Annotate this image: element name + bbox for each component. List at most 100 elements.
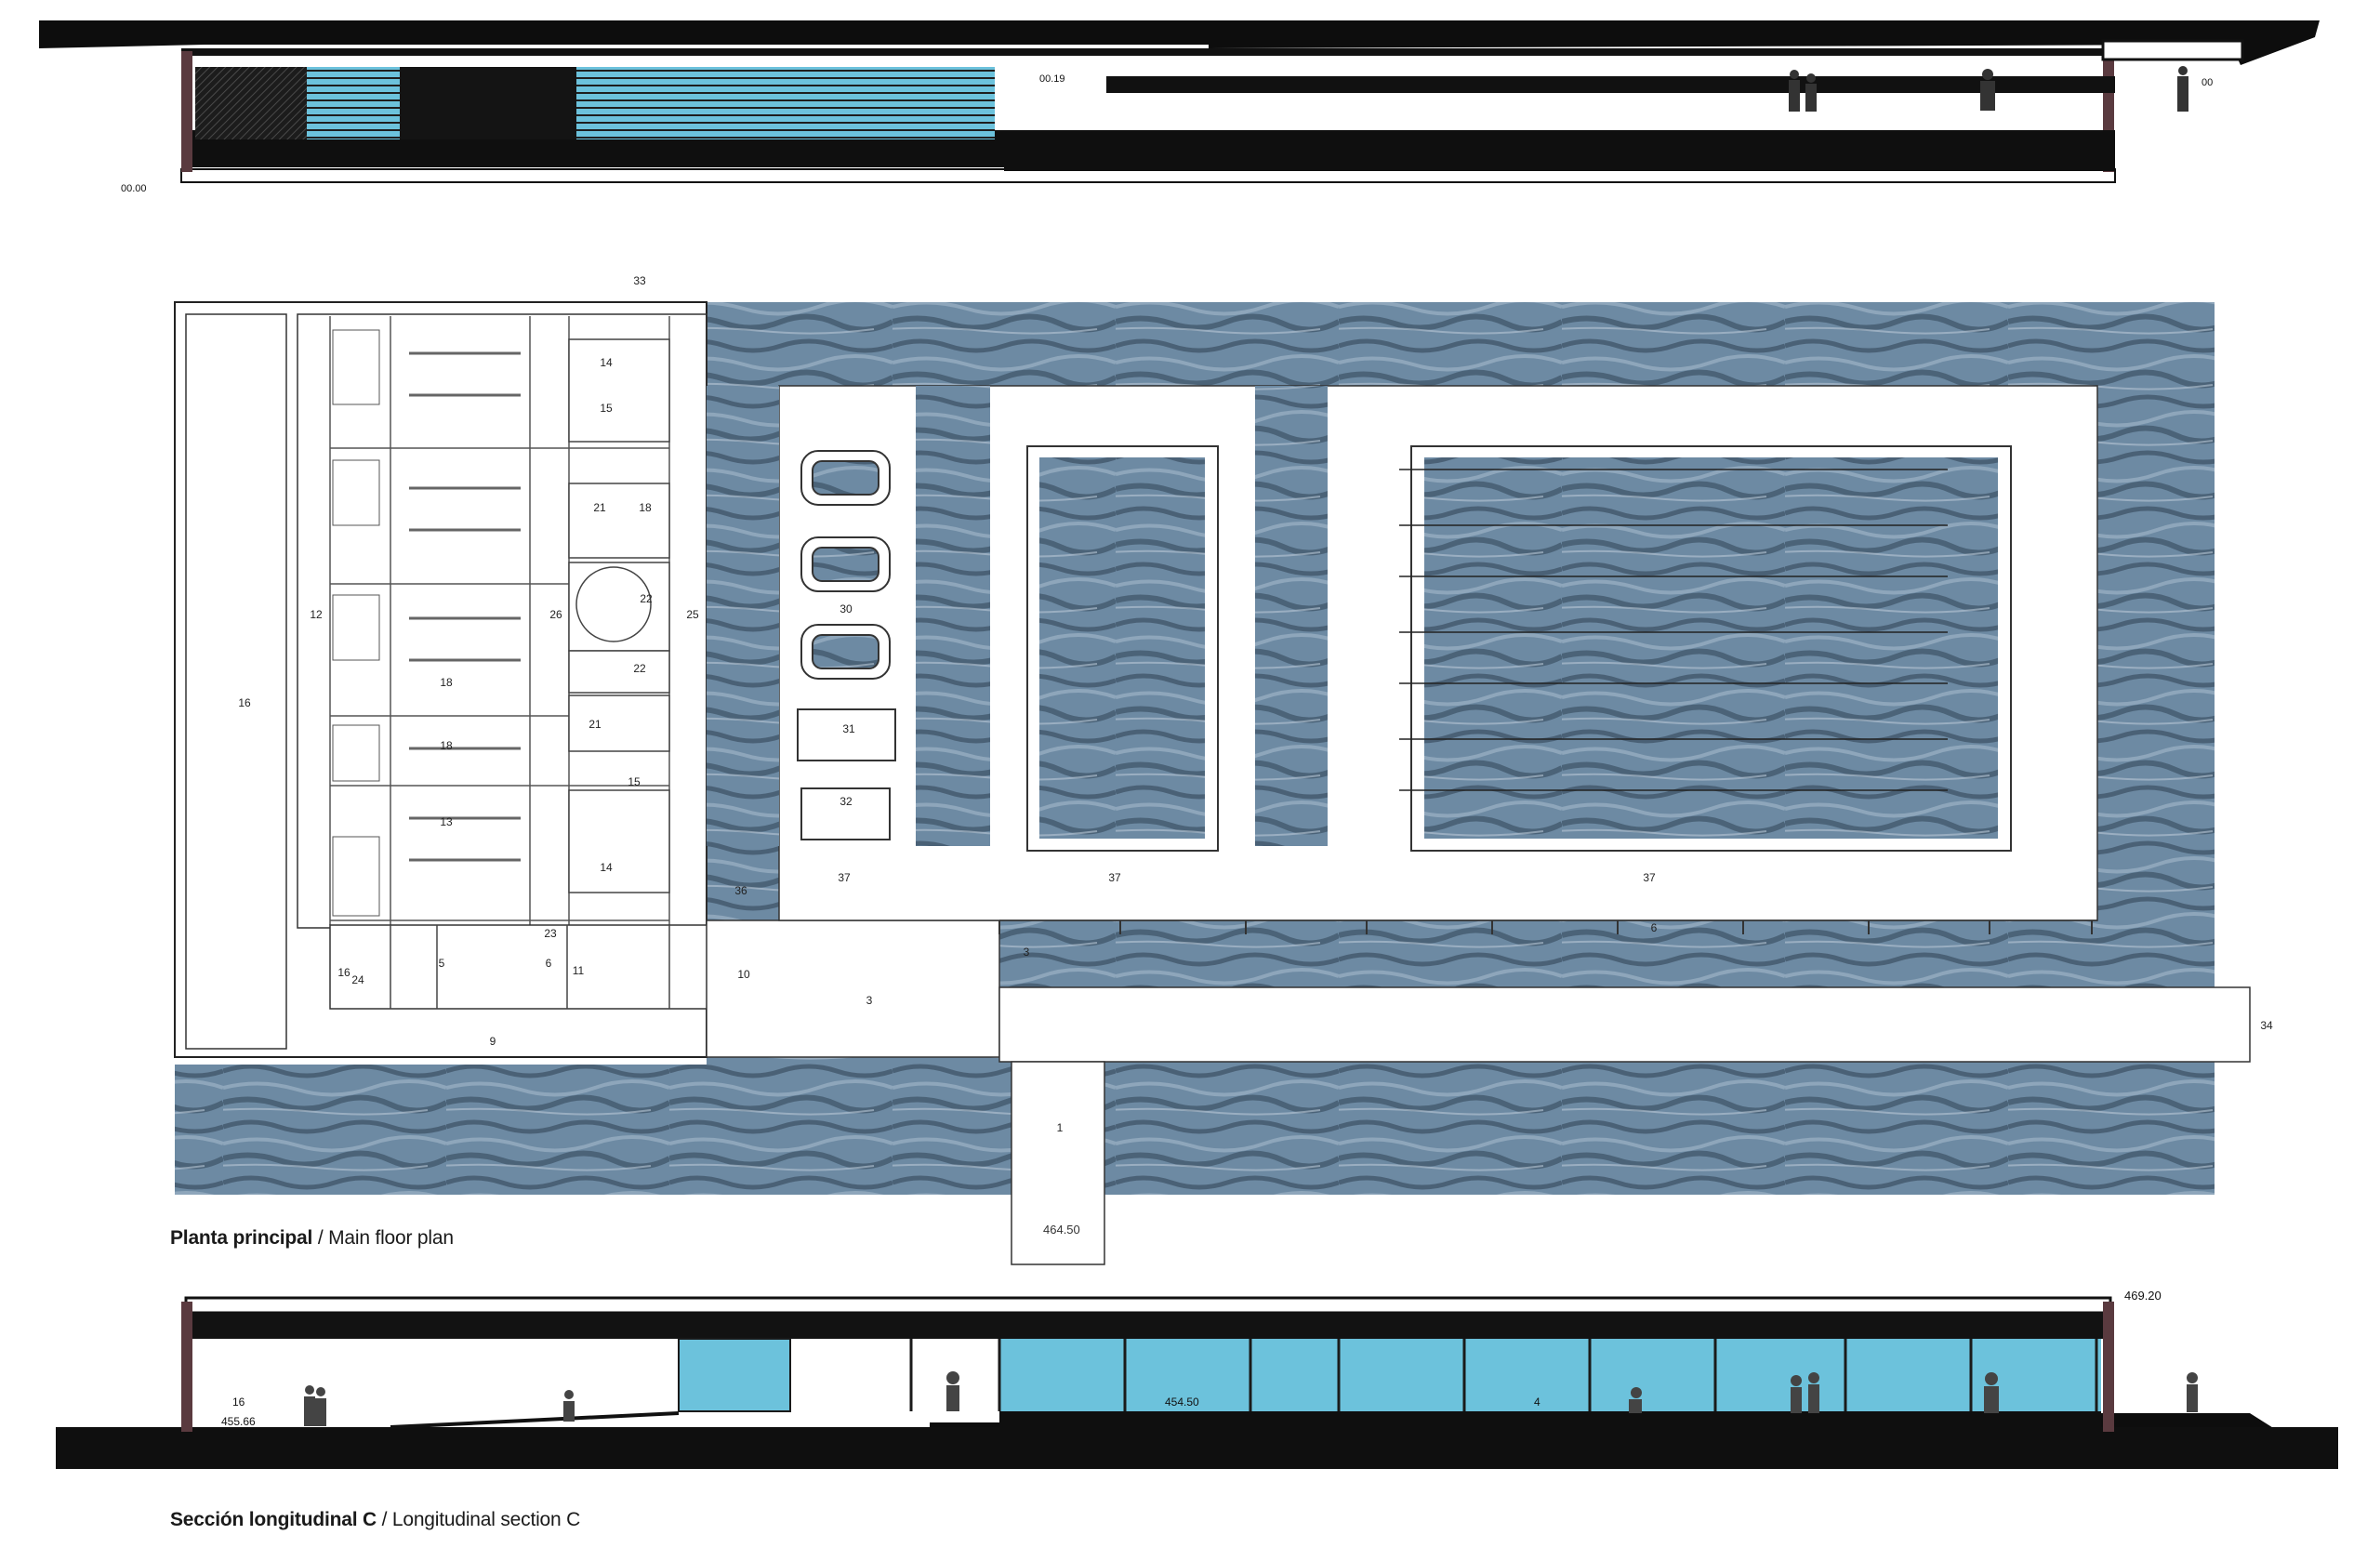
room-label: 21 bbox=[588, 718, 602, 731]
plan-wc-rooms bbox=[568, 338, 670, 893]
person-figure bbox=[315, 1387, 326, 1426]
plan-caption-secondary: Main floor plan bbox=[328, 1227, 454, 1249]
room-label: 36 bbox=[734, 884, 747, 897]
room-label: 30 bbox=[840, 602, 853, 615]
person-figure bbox=[1805, 73, 1817, 112]
room-label: 22 bbox=[640, 592, 653, 605]
top-section-glazing-2 bbox=[576, 67, 669, 139]
plan-pool-large-water bbox=[1424, 457, 1998, 839]
plan-deck-gap-2 bbox=[1255, 386, 1328, 846]
drawing-canvas: 00.00 00.19 00 464.50 33141521 182226222… bbox=[39, 20, 2338, 1469]
top-section-dark-block-2 bbox=[400, 67, 576, 139]
room-label: 31 bbox=[842, 722, 855, 735]
room-label: 18 bbox=[440, 739, 453, 752]
room-label: 34 bbox=[2260, 1019, 2273, 1032]
room-label: 14 bbox=[600, 861, 613, 874]
person-figure bbox=[2177, 66, 2188, 112]
room-label: 37 bbox=[838, 871, 851, 884]
room-label: 21 bbox=[593, 501, 606, 514]
bottom-section-level-left: 455.66 bbox=[221, 1415, 256, 1428]
top-section-dark-block-3 bbox=[669, 67, 995, 139]
room-label: 26 bbox=[549, 608, 562, 621]
top-section-level-right: 00 bbox=[2202, 77, 2213, 88]
person-figure bbox=[563, 1390, 575, 1422]
plan-caption-primary: Planta principal bbox=[170, 1227, 313, 1249]
room-label: 32 bbox=[840, 795, 853, 808]
top-section-level-left: 00.00 bbox=[121, 183, 147, 194]
bottom-section-pool-slab bbox=[999, 1411, 2101, 1430]
room-label: 24 bbox=[351, 973, 364, 986]
section-caption-primary: Sección longitudinal C bbox=[170, 1509, 377, 1530]
section-caption-secondary: Longitudinal section C bbox=[391, 1509, 581, 1530]
plan-entry-walkway bbox=[998, 986, 2251, 1063]
plan-caption-separator: / bbox=[312, 1227, 329, 1249]
top-section: 00.00 00.19 00 bbox=[39, 20, 2320, 194]
room-label: 25 bbox=[686, 608, 699, 621]
bottom-section: 469.20 455.66 454.50 16 4 bbox=[56, 1289, 2338, 1469]
bottom-section-wall-left bbox=[181, 1302, 192, 1432]
plan-pool-small-water bbox=[1039, 457, 1205, 839]
bottom-section-room-label: 4 bbox=[1534, 1396, 1540, 1409]
bottom-section-roof-beam bbox=[186, 1313, 2110, 1339]
room-label: 3 bbox=[1024, 946, 1030, 959]
person-figure bbox=[2187, 1372, 2198, 1412]
section-caption-separator: / bbox=[376, 1509, 392, 1530]
top-section-baseline bbox=[180, 168, 2116, 183]
top-section-glazing-1 bbox=[307, 67, 400, 139]
bottom-section-room-label: 16 bbox=[232, 1396, 245, 1409]
plan-caption: Planta principal / Main floor plan bbox=[170, 1227, 454, 1250]
top-section-level-mid: 00.19 bbox=[1039, 73, 1065, 85]
top-section-dark-block bbox=[195, 67, 307, 139]
floor-plan: 464.50 33141521 1822262221181514131618161… bbox=[174, 274, 2273, 1265]
room-label: 33 bbox=[633, 274, 646, 287]
room-label: 10 bbox=[737, 968, 750, 981]
person-figure bbox=[1980, 69, 1995, 111]
top-section-beam bbox=[1106, 76, 2115, 93]
plan-lobby bbox=[706, 919, 1000, 1058]
bottom-section-wall-right bbox=[2103, 1302, 2114, 1432]
room-label: 37 bbox=[1643, 871, 1656, 884]
person-figure bbox=[946, 1371, 959, 1411]
bottom-section-roof bbox=[184, 1296, 2112, 1315]
room-label: 3 bbox=[866, 994, 873, 1007]
room-label: 11 bbox=[573, 964, 585, 977]
person-figure bbox=[304, 1385, 315, 1426]
room-label: 16 bbox=[337, 966, 350, 979]
room-label: 13 bbox=[440, 815, 453, 828]
person-figure bbox=[1808, 1372, 1819, 1413]
bottom-section-interior-left bbox=[195, 1339, 679, 1427]
room-label: 12 bbox=[310, 608, 323, 621]
top-section-floor-band bbox=[1004, 130, 2115, 171]
room-label: 18 bbox=[639, 501, 652, 514]
bottom-section-level-roof: 469.20 bbox=[2124, 1289, 2162, 1303]
room-label: 15 bbox=[628, 775, 641, 788]
room-label: 14 bbox=[600, 356, 613, 369]
room-label: 18 bbox=[440, 676, 453, 689]
room-label: 22 bbox=[633, 662, 646, 675]
top-section-ground bbox=[39, 20, 2320, 65]
plan-deck-gap-1 bbox=[916, 386, 990, 846]
top-section-roof bbox=[181, 48, 2115, 56]
bottom-section-base bbox=[56, 1427, 2338, 1469]
plan-water-bottom bbox=[175, 1065, 2215, 1195]
room-label: 16 bbox=[238, 696, 251, 709]
room-label: 15 bbox=[600, 402, 613, 415]
room-label: 23 bbox=[544, 927, 557, 940]
plan-entry-level: 464.50 bbox=[1043, 1223, 1080, 1237]
bottom-section-glass-1 bbox=[678, 1338, 791, 1412]
room-label: 37 bbox=[1108, 871, 1121, 884]
person-figure bbox=[1984, 1372, 1999, 1413]
top-section-wall-left bbox=[181, 51, 192, 172]
person-figure bbox=[1789, 70, 1800, 112]
plan-deck-gap-left bbox=[707, 386, 779, 846]
bottom-section-level-pool: 454.50 bbox=[1165, 1396, 1199, 1409]
section-caption: Sección longitudinal C / Longitudinal se… bbox=[170, 1509, 580, 1531]
room-label: 6 bbox=[546, 957, 552, 970]
top-section-ledge-right bbox=[2101, 39, 2244, 61]
room-label: 1 bbox=[1057, 1121, 1064, 1134]
architectural-drawing-sheet: 00.00 00.19 00 464.50 33 14 15 21 18 22 … bbox=[0, 0, 2380, 1556]
person-figure bbox=[1791, 1375, 1802, 1413]
room-label: 6 bbox=[1651, 921, 1658, 934]
room-label: 5 bbox=[439, 957, 445, 970]
room-label: 9 bbox=[490, 1035, 496, 1048]
